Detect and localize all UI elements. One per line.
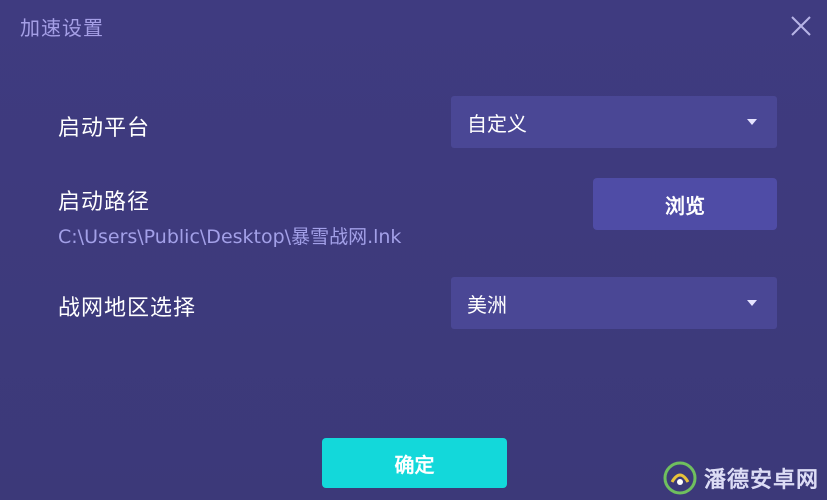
close-button[interactable] bbox=[785, 10, 817, 42]
watermark-logo-icon bbox=[662, 460, 698, 496]
path-label: 启动路径 bbox=[58, 190, 151, 215]
close-icon bbox=[791, 16, 811, 36]
watermark-text: 潘德安卓网 bbox=[704, 468, 820, 493]
region-select[interactable]: 美洲 bbox=[451, 277, 777, 329]
platform-selected-value: 自定义 bbox=[467, 111, 527, 136]
confirm-button[interactable]: 确定 bbox=[322, 438, 507, 488]
chevron-down-icon bbox=[747, 119, 757, 125]
watermark: 潘德安卓网 bbox=[662, 458, 819, 498]
region-selected-value: 美洲 bbox=[467, 292, 507, 317]
browse-button[interactable]: 浏览 bbox=[593, 178, 777, 230]
acceleration-settings-dialog: 加速设置 启动平台 自定义 启动路径 C:\Users\Public\Deskt… bbox=[0, 0, 827, 500]
chevron-down-icon bbox=[747, 300, 757, 306]
dialog-title: 加速设置 bbox=[20, 16, 104, 40]
region-label: 战网地区选择 bbox=[58, 296, 197, 321]
path-value: C:\Users\Public\Desktop\暴雪战网.lnk bbox=[58, 226, 402, 248]
platform-select[interactable]: 自定义 bbox=[451, 96, 777, 148]
platform-label: 启动平台 bbox=[58, 116, 151, 141]
